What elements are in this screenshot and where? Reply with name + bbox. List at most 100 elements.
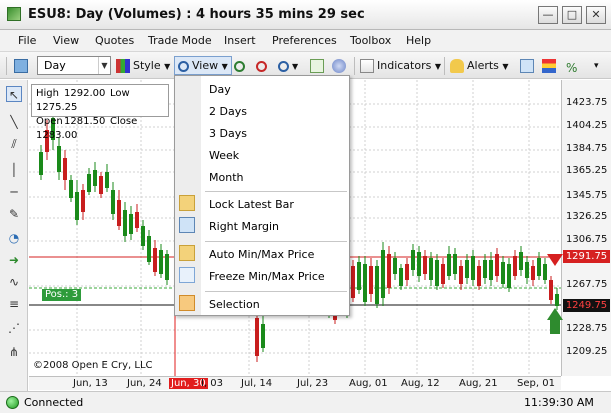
menu-item-3-days[interactable]: 3 Days [209,127,247,140]
candle-body [159,250,163,274]
time-axis-label: Jun, 24 [127,378,162,389]
menu-preferences[interactable]: Preferences [272,34,337,47]
right-margin-icon [179,217,195,233]
menu-insert[interactable]: Insert [224,34,256,47]
candle-body [129,214,133,234]
candle-body [393,258,397,274]
candle-body [93,170,97,186]
time-axis-label: Jun, 13 [73,378,108,389]
toolbar-grip [6,57,7,75]
sell-arrow-icon[interactable] [547,254,563,266]
menu-item-lock-latest-bar[interactable]: Lock Latest Bar [209,198,294,211]
percent-button[interactable]: % [566,57,583,75]
candle-body [57,146,61,172]
menu-item-month[interactable]: Month [209,171,243,184]
time-axis-label: Aug, 01 [349,378,388,389]
high-value: 1292.00 [64,88,106,99]
toolbar-overflow-button[interactable]: ▾ [594,57,599,75]
indicators-button[interactable]: Indicators ▼ [360,57,441,75]
candle-body [465,260,469,278]
pitchfork-icon[interactable]: ⋔ [6,344,22,360]
chevron-down-icon: ▼ [292,62,299,71]
menu-trade-mode[interactable]: Trade Mode [148,34,212,47]
style-label: Style [133,59,161,72]
zoom-out-button[interactable] [256,57,270,75]
wave-icon[interactable]: ∿ [6,274,22,290]
magnifier-icon [278,60,289,72]
menu-file[interactable]: File [18,34,36,47]
price-axis-label: 1209.25 [566,346,608,357]
zoom-menu-button[interactable]: ▼ [278,57,298,75]
price-axis-label: 1365.25 [566,165,608,176]
candle-body [87,174,91,192]
candle-body [69,180,73,198]
candle-body [519,252,523,270]
candle-body [495,254,499,276]
horizontal-line-icon[interactable]: ─ [6,184,22,200]
style-button[interactable]: Style ▼ [116,57,170,75]
refresh-button[interactable] [310,57,327,75]
chevron-down-icon: ▾ [594,61,599,71]
buy-arrow-icon[interactable] [547,308,563,336]
candle-body [405,264,409,280]
color-button[interactable] [542,57,559,75]
close-label: Close [110,116,138,127]
menu-item-right-margin[interactable]: Right Margin [209,220,279,233]
refresh-icon [310,59,324,73]
menu-item-week[interactable]: Week [209,149,239,162]
candle-body [531,266,535,280]
speech-bubble-icon[interactable]: ◔ [6,230,22,246]
chart-icon [14,59,28,73]
price-axis-label: 1384.75 [566,143,608,154]
candle-body [375,266,379,304]
price-axis: 1423.75 1404.25 1384.75 1365.25 1345.75 1326.… [561,80,611,376]
edit-icon [520,59,534,73]
close-button[interactable]: ✕ [586,6,606,24]
candle-body [423,256,427,274]
current-price-black: 1249.75 [563,299,610,312]
menu-separator [205,291,347,292]
menu-item-freeze-minmax-price[interactable]: Freeze Min/Max Price [209,270,325,283]
arrow-right-icon[interactable]: ➜ [6,252,22,268]
trendline-icon[interactable]: ╲ [6,114,22,130]
minimize-button[interactable]: — [538,6,558,24]
alerts-button[interactable]: Alerts ▼ [450,57,509,75]
menu-quotes[interactable]: Quotes [95,34,134,47]
menu-item-auto-minmax-price[interactable]: Auto Min/Max Price [209,248,314,261]
menu-toolbox[interactable]: Toolbox [350,34,391,47]
candle-body [471,256,475,280]
zoom-in-button[interactable] [234,57,248,75]
indicators-label: Indicators [377,59,432,72]
time-axis-label: I, 03 [201,378,224,389]
status-time: 11:39:30 AM [524,396,594,409]
note-icon[interactable]: ✎ [6,206,22,222]
candle-body [501,262,505,284]
navigate-button[interactable] [332,57,349,75]
period-select[interactable]: Day ▼ [37,56,111,75]
menu-help[interactable]: Help [406,34,431,47]
pointer-icon[interactable]: ↖ [6,86,22,102]
candle-body [417,252,421,276]
vertical-line-icon[interactable]: │ [6,162,22,178]
candle-body [507,264,511,288]
candle-body [357,262,361,290]
candle-body [525,262,529,278]
position-label: Pos.: 3 [42,289,82,301]
menu-item-2-days[interactable]: 2 Days [209,105,247,118]
fan-icon[interactable]: ⋰ [6,320,22,336]
maximize-button[interactable]: □ [562,6,582,24]
menu-item-day[interactable]: Day [209,83,231,96]
fibonacci-icon[interactable]: ≡ [6,296,22,312]
settings-button[interactable] [520,57,537,75]
menu-item-selection[interactable]: Selection [209,298,260,311]
close-value: 1283.00 [36,130,78,141]
connection-status-icon [6,396,19,409]
status-text: Connected [24,396,84,409]
channel-icon[interactable]: ⫽ [6,136,22,152]
price-axis-label: 1306.75 [566,234,608,245]
menu-view[interactable]: View [53,34,79,47]
price-axis-label: 1423.75 [566,97,608,108]
window-title: ESU8: Day (Volumes) : 4 hours 35 mins 29… [28,7,365,22]
time-axis-label: Sep, 01 [517,378,555,389]
view-button[interactable]: View ▼ [174,56,232,75]
